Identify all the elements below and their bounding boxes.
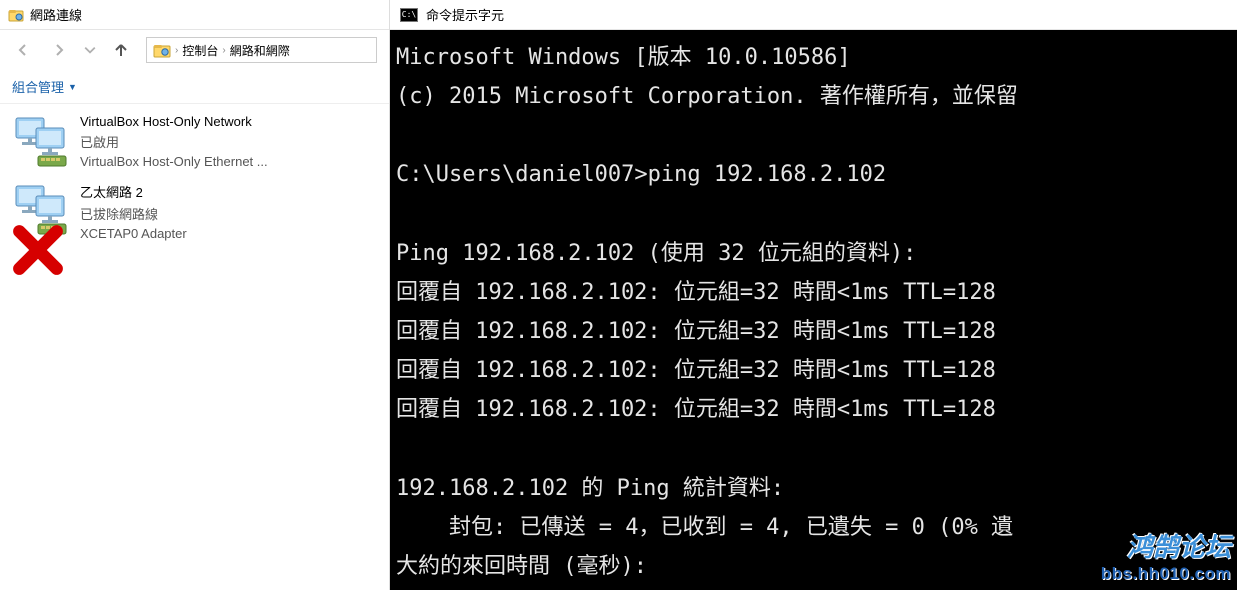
- network-adapter-icon: [10, 114, 70, 170]
- network-folder-icon: [8, 7, 24, 23]
- back-button[interactable]: [12, 39, 34, 61]
- chevron-down-icon: ▼: [68, 82, 77, 92]
- error-x-icon: [8, 222, 26, 240]
- explorer-nav-bar: › 控制台 › 網路和網際: [0, 30, 389, 70]
- organize-label: 組合管理: [12, 77, 64, 96]
- adapter-status: 已啟用: [80, 132, 268, 151]
- path-network-folder-icon: [153, 41, 171, 59]
- breadcrumb-item[interactable]: 控制台: [182, 42, 218, 59]
- cmd-output[interactable]: Microsoft Windows [版本 10.0.10586] (c) 20…: [390, 30, 1237, 590]
- adapter-name: VirtualBox Host-Only Network: [80, 114, 268, 129]
- network-connections-window: 網路連線 › 控制台 › 網路和網際 組合管理 ▼: [0, 0, 390, 590]
- command-prompt-window: C:\ 命令提示字元 Microsoft Windows [版本 10.0.10…: [390, 0, 1237, 590]
- adapter-device: VirtualBox Host-Only Ethernet ...: [80, 154, 268, 169]
- chevron-right-icon: ›: [175, 45, 178, 56]
- adapter-name: 乙太網路 2: [80, 182, 187, 201]
- adapter-info: VirtualBox Host-Only Network 已啟用 Virtual…: [80, 114, 268, 170]
- adapter-list: VirtualBox Host-Only Network 已啟用 Virtual…: [0, 104, 389, 251]
- breadcrumb-item[interactable]: 網路和網際: [230, 42, 290, 59]
- explorer-title-bar[interactable]: 網路連線: [0, 0, 389, 30]
- organize-menu[interactable]: 組合管理 ▼: [12, 77, 77, 96]
- adapter-device: XCETAP0 Adapter: [80, 226, 187, 241]
- explorer-title: 網路連線: [30, 5, 82, 24]
- cmd-title-bar[interactable]: C:\ 命令提示字元: [390, 0, 1237, 30]
- forward-button[interactable]: [48, 39, 70, 61]
- chevron-right-icon: ›: [222, 45, 225, 56]
- cmd-title: 命令提示字元: [426, 5, 504, 24]
- up-button[interactable]: [110, 39, 132, 61]
- recent-dropdown[interactable]: [84, 39, 96, 61]
- network-adapter-icon: [10, 182, 70, 238]
- adapter-status: 已拔除網路線: [80, 204, 187, 223]
- address-bar[interactable]: › 控制台 › 網路和網際: [146, 37, 377, 63]
- adapter-item[interactable]: 乙太網路 2 已拔除網路線 XCETAP0 Adapter: [6, 176, 383, 247]
- adapter-info: 乙太網路 2 已拔除網路線 XCETAP0 Adapter: [80, 182, 187, 241]
- adapter-item[interactable]: VirtualBox Host-Only Network 已啟用 Virtual…: [6, 108, 383, 176]
- cmd-icon: C:\: [400, 8, 418, 22]
- explorer-toolbar: 組合管理 ▼: [0, 70, 389, 104]
